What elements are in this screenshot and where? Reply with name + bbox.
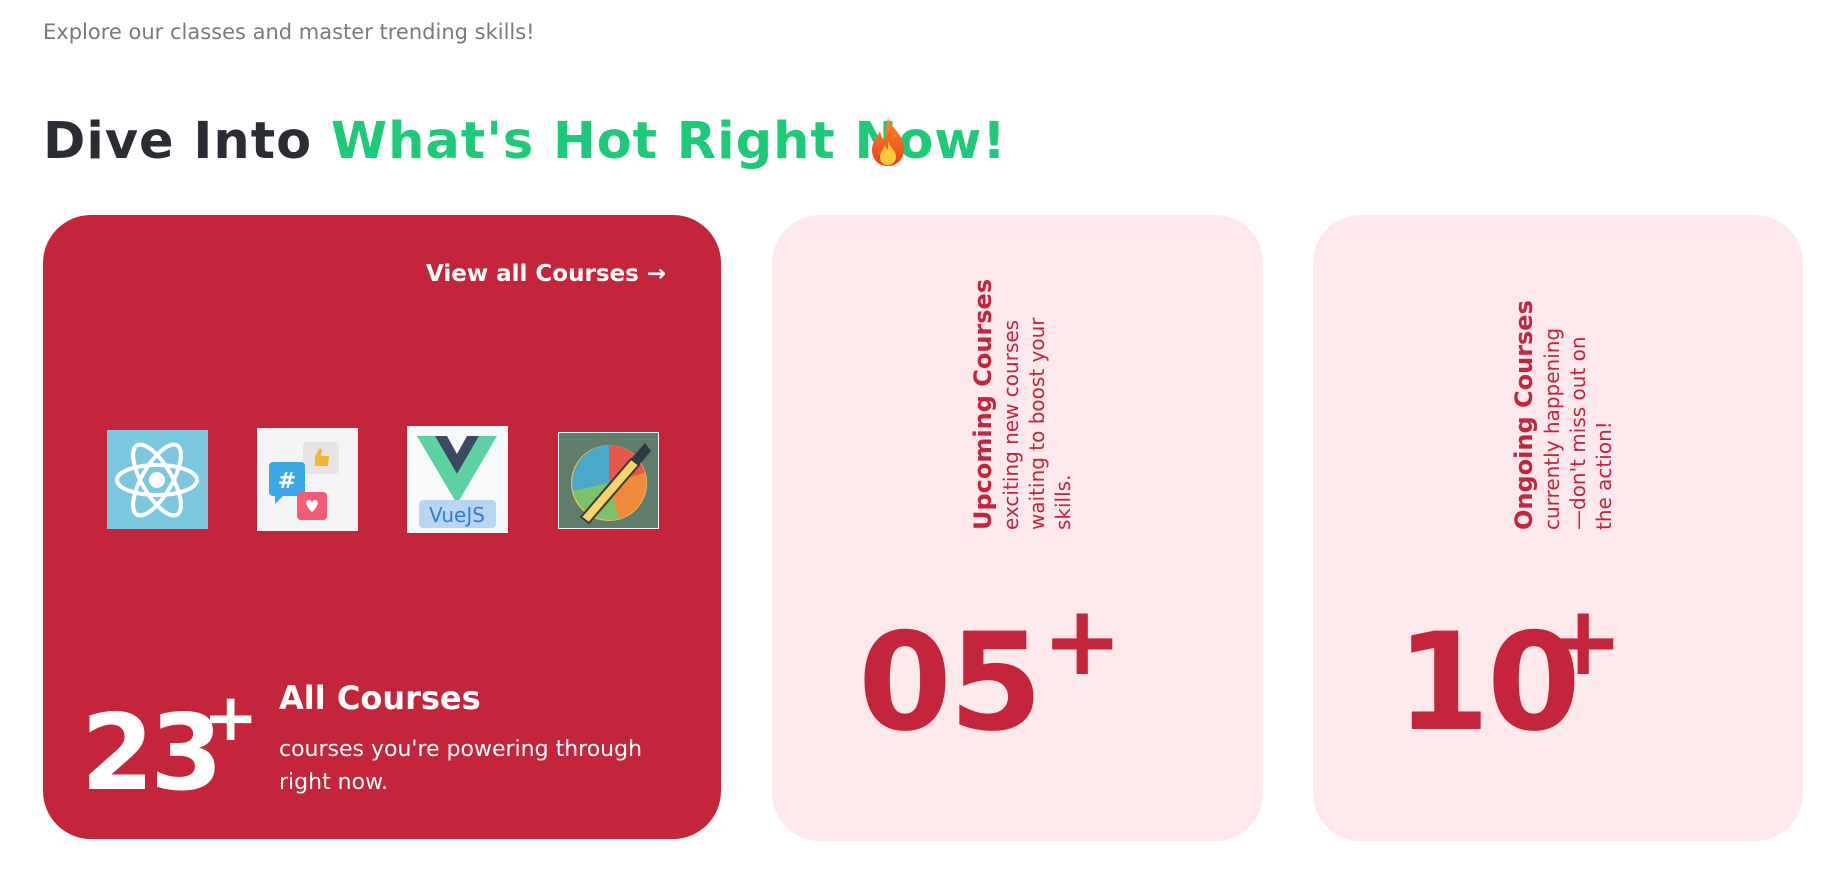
all-courses-plus: +	[203, 679, 259, 756]
section-subtitle: Explore our classes and master trending …	[43, 20, 535, 44]
ongoing-courses-card[interactable]: Ongoing Courses currently happening—don'…	[1313, 215, 1803, 841]
all-courses-card[interactable]: View all Courses → # VueJS 23 + All Cour…	[43, 215, 721, 839]
upcoming-courses-description: exciting new courses waiting to boost yo…	[999, 317, 1075, 531]
upcoming-courses-card[interactable]: Upcoming Courses exciting new courses wa…	[772, 215, 1263, 841]
ongoing-courses-description: currently happening—don't miss out on th…	[1540, 327, 1616, 530]
all-courses-title: All Courses	[279, 679, 481, 717]
svg-text:VueJS: VueJS	[429, 503, 485, 527]
upcoming-courses-count: 05	[858, 604, 1043, 761]
section-heading: Dive Into What's Hot Right Now!	[43, 112, 1007, 171]
view-all-courses-link[interactable]: View all Courses →	[426, 261, 666, 287]
heading-prefix: Dive Into	[43, 112, 331, 171]
vuejs-icon: VueJS	[407, 426, 508, 533]
social-media-icon: #	[257, 428, 358, 531]
ongoing-courses-title: Ongoing Courses	[1510, 300, 1538, 530]
react-icon	[107, 430, 208, 529]
ongoing-courses-plus: +	[1543, 585, 1624, 697]
all-courses-description: courses you're powering through right no…	[279, 737, 643, 795]
design-pen-icon	[558, 432, 659, 529]
all-courses-count: 23	[81, 692, 223, 814]
svg-text:#: #	[278, 469, 296, 494]
flame-icon	[872, 118, 904, 166]
upcoming-courses-title: Upcoming Courses	[969, 278, 997, 530]
upcoming-courses-plus: +	[1042, 585, 1123, 697]
